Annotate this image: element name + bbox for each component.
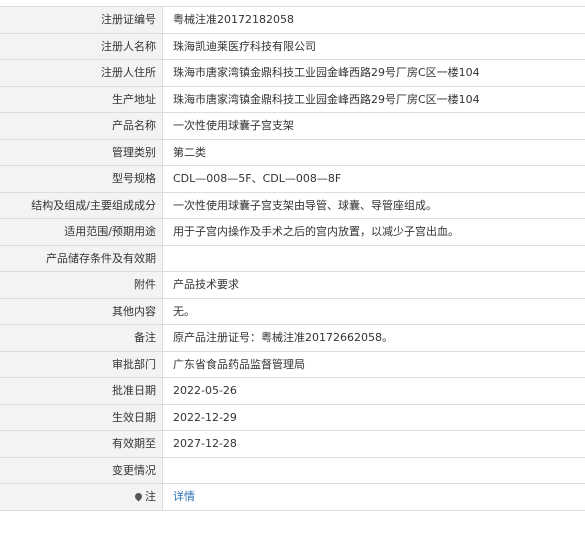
row-value: 一次性使用球囊子宫支架	[173, 119, 294, 132]
row-value: 广东省食品药品监督管理局	[173, 357, 305, 371]
row-label: 注册人名称	[0, 33, 163, 59]
row-value	[163, 246, 585, 272]
row-label: 生效日期	[0, 404, 163, 430]
row-effective-date: 生效日期 2022-12-29	[0, 404, 585, 431]
row-note: 注 详情	[0, 484, 585, 511]
registration-record-table: 注册证编号 粤械注准20172182058 注册人名称 珠海凯迪莱医疗科技有限公…	[0, 6, 585, 511]
row-registrant-address: 注册人住所 珠海市唐家湾镇金鼎科技工业园金峰西路29号厂房C区一楼104	[0, 60, 585, 87]
row-label: 结构及组成/主要组成成分	[0, 192, 163, 218]
pin-icon	[133, 491, 144, 502]
row-value: 无。	[173, 304, 195, 318]
row-label: 产品名称	[0, 113, 163, 139]
row-label: 附件	[0, 272, 163, 298]
row-label: 有效期至	[0, 431, 163, 457]
row-label: 备注	[0, 325, 163, 351]
row-value: 第二类	[173, 145, 206, 159]
row-change-history: 变更情况	[0, 457, 585, 484]
row-registrant-name: 注册人名称 珠海凯迪莱医疗科技有限公司	[0, 33, 585, 60]
row-label: 批准日期	[0, 378, 163, 404]
row-label: 变更情况	[0, 457, 163, 483]
row-storage-validity: 产品储存条件及有效期	[0, 245, 585, 272]
row-management-category: 管理类别 第二类	[0, 139, 585, 166]
details-link[interactable]: 详情	[163, 484, 585, 510]
row-value: CDL—008—5F、CDL—008—8F	[173, 172, 342, 185]
row-other-content: 其他内容 无。	[0, 298, 585, 325]
row-value: 一次性使用球囊子宫支架由导管、球囊、导管座组成。	[173, 198, 437, 212]
row-registration-number: 注册证编号 粤械注准20172182058	[0, 7, 585, 34]
row-value: 珠海市唐家湾镇金鼎科技工业园金峰西路29号厂房C区一楼104	[173, 66, 480, 79]
row-label: 型号规格	[0, 166, 163, 192]
row-label: 注	[0, 484, 163, 510]
row-label: 产品储存条件及有效期	[0, 245, 163, 271]
row-value: 2022-05-26	[173, 384, 237, 397]
row-expiry-date: 有效期至 2027-12-28	[0, 431, 585, 458]
row-model-spec: 型号规格 CDL—008—5F、CDL—008—8F	[0, 166, 585, 193]
row-remarks: 备注 原产品注册证号：粤械注准20172662058。	[0, 325, 585, 352]
row-approval-department: 审批部门 广东省食品药品监督管理局	[0, 351, 585, 378]
row-label: 管理类别	[0, 139, 163, 165]
note-label: 注	[145, 490, 156, 503]
row-label: 审批部门	[0, 351, 163, 377]
row-value: 2027-12-28	[173, 437, 237, 450]
row-value: 产品技术要求	[173, 278, 239, 291]
row-approval-date: 批准日期 2022-05-26	[0, 378, 585, 405]
row-value	[163, 458, 585, 484]
row-product-name: 产品名称 一次性使用球囊子宫支架	[0, 113, 585, 140]
row-label: 适用范围/预期用途	[0, 219, 163, 245]
row-label: 其他内容	[0, 298, 163, 324]
row-production-address: 生产地址 珠海市唐家湾镇金鼎科技工业园金峰西路29号厂房C区一楼104	[0, 86, 585, 113]
row-intended-use: 适用范围/预期用途 用于子宫内操作及手术之后的宫内放置，以减少子宫出血。	[0, 219, 585, 246]
row-label: 注册证编号	[0, 7, 163, 33]
row-value: 粤械注准20172182058	[173, 13, 294, 26]
row-value: 原产品注册证号：粤械注准20172662058。	[173, 331, 393, 344]
row-attachment: 附件 产品技术要求	[0, 272, 585, 299]
row-value: 珠海凯迪莱医疗科技有限公司	[173, 39, 316, 53]
row-label: 生产地址	[0, 86, 163, 112]
row-value: 珠海市唐家湾镇金鼎科技工业园金峰西路29号厂房C区一楼104	[173, 92, 480, 106]
row-value: 2022-12-29	[173, 410, 237, 424]
row-label: 注册人住所	[0, 60, 163, 86]
row-value: 用于子宫内操作及手术之后的宫内放置，以减少子宫出血。	[173, 225, 459, 238]
row-structure-composition: 结构及组成/主要组成成分 一次性使用球囊子宫支架由导管、球囊、导管座组成。	[0, 192, 585, 219]
